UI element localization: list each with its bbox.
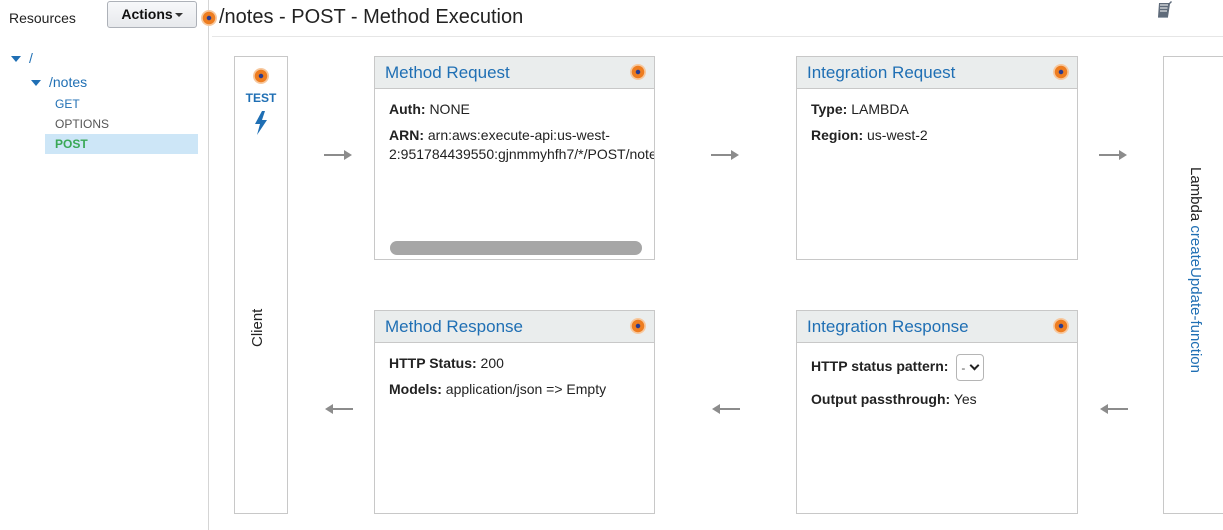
status-dot-icon: [201, 10, 217, 26]
auth-label: Auth:: [389, 101, 426, 117]
actions-button[interactable]: Actions: [107, 1, 197, 28]
scrollbar-thumb[interactable]: [390, 241, 642, 255]
documentation-icon[interactable]: [1155, 0, 1175, 20]
lambda-column: Lambda createUpdate-function: [1163, 56, 1223, 514]
tree-item-notes-label: /notes: [49, 74, 88, 90]
models-value: application/json => Empty: [445, 381, 607, 397]
status-pattern-label: HTTP status pattern:: [811, 358, 949, 375]
caret-down-icon[interactable]: [31, 80, 41, 87]
tree-item-notes[interactable]: /notes: [31, 74, 87, 90]
tree-method-options[interactable]: OPTIONS: [45, 114, 198, 134]
actions-label: Actions: [121, 6, 173, 22]
arn-value-line2: 2:951784439550:gjnmmyhfh7/*/POST/notes: [389, 146, 655, 162]
lightning-bolt-icon[interactable]: [254, 111, 268, 135]
arn-label: ARN:: [389, 127, 424, 143]
method-response-title[interactable]: Method Response: [385, 317, 523, 337]
arrow-left-icon: [1100, 404, 1128, 414]
lambda-label: Lambda createUpdate-function: [1187, 167, 1204, 373]
http-status-value: 200: [480, 355, 504, 371]
tree-item-root-label: /: [29, 50, 33, 66]
status-dot-icon: [630, 318, 646, 334]
output-passthrough-label: Output passthrough:: [811, 391, 951, 407]
method-request-panel: Method Request Auth: NONE ARN: arn:aws:e…: [374, 56, 655, 260]
caret-down-icon: [174, 13, 183, 18]
integration-response-title[interactable]: Integration Response: [807, 317, 969, 337]
horizontal-scrollbar[interactable]: [390, 241, 642, 255]
lambda-prefix: Lambda: [1187, 167, 1204, 222]
client-label: Client: [249, 308, 266, 347]
chevron-down-icon: [969, 360, 980, 371]
integration-response-body: HTTP status pattern: - Output passthroug…: [797, 343, 1077, 427]
status-dot-icon: [1053, 318, 1069, 334]
output-passthrough-value: Yes: [953, 391, 977, 407]
region-value: us-west-2: [867, 127, 928, 143]
integration-request-body: Type: LAMBDA Region: us-west-2: [797, 89, 1077, 163]
method-request-title[interactable]: Method Request: [385, 63, 510, 83]
arrow-right-icon: [711, 150, 739, 160]
tree-method-post[interactable]: POST: [45, 134, 198, 154]
method-response-panel: Method Response HTTP Status: 200 Models:…: [374, 310, 655, 514]
auth-value: NONE: [429, 101, 470, 117]
status-pattern-value: -: [961, 361, 966, 375]
arn-value-line1: arn:aws:execute-api:us-west-: [427, 127, 610, 143]
models-label: Models:: [389, 381, 442, 397]
lambda-function-link[interactable]: createUpdate-function: [1187, 225, 1204, 373]
arrow-left-icon: [325, 404, 353, 414]
resources-sidebar: Resources Actions / /notes GET OPTIONS P…: [0, 0, 209, 530]
region-label: Region:: [811, 127, 864, 143]
http-status-label: HTTP Status:: [389, 355, 477, 371]
test-link[interactable]: TEST: [235, 91, 287, 105]
integration-response-header: Integration Response: [797, 311, 1077, 343]
header-divider: [212, 36, 1223, 37]
status-dot-icon: [253, 68, 269, 84]
arrow-right-icon: [1099, 150, 1127, 160]
method-response-header: Method Response: [375, 311, 654, 343]
integration-request-header: Integration Request: [797, 57, 1077, 89]
method-request-header: Method Request: [375, 57, 654, 89]
integration-request-panel: Integration Request Type: LAMBDA Region:…: [796, 56, 1078, 260]
integration-response-panel: Integration Response HTTP status pattern…: [796, 310, 1078, 514]
type-value: LAMBDA: [851, 101, 909, 117]
caret-down-icon[interactable]: [11, 56, 21, 63]
status-dot-icon: [1053, 64, 1069, 80]
type-label: Type:: [811, 101, 848, 117]
tree-method-get[interactable]: GET: [45, 94, 198, 114]
status-dot-icon: [630, 64, 646, 80]
method-response-body: HTTP Status: 200 Models: application/jso…: [375, 343, 654, 417]
tree-item-root[interactable]: /: [11, 50, 33, 66]
integration-request-title[interactable]: Integration Request: [807, 63, 955, 83]
resources-title: Resources: [9, 10, 76, 26]
status-pattern-select[interactable]: -: [956, 354, 985, 381]
arrow-right-icon: [324, 150, 352, 160]
method-request-body: Auth: NONE ARN: arn:aws:execute-api:us-w…: [375, 89, 654, 182]
page-title: /notes - POST - Method Execution: [219, 6, 524, 28]
arrow-left-icon: [712, 404, 740, 414]
client-column: TEST Client: [234, 56, 288, 514]
